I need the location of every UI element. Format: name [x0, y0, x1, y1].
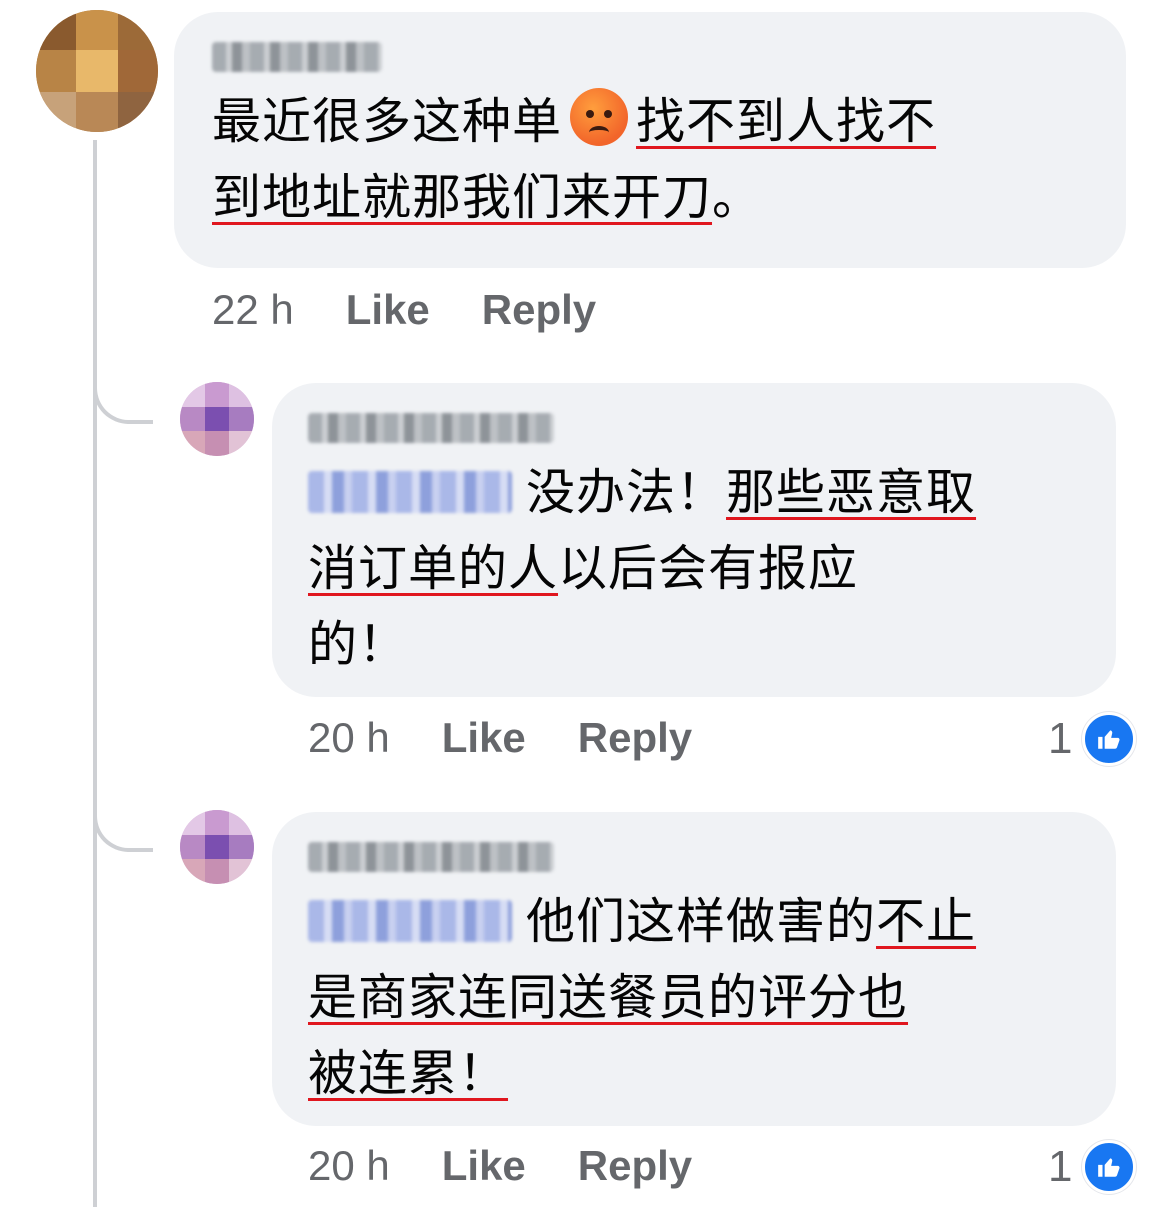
reply-branch-line — [93, 804, 153, 852]
comment-bubble: 最近很多这种单 找不到人找不 到地址就那我们来开刀。 — [174, 12, 1126, 268]
reply-bubble: 没办法！那些恶意取 消订单的人以后会有报应 的！ — [272, 383, 1116, 697]
reply-button[interactable]: Reply — [482, 286, 596, 334]
reaction-summary[interactable]: 1 — [1048, 1140, 1137, 1194]
timestamp[interactable]: 20 h — [308, 1142, 390, 1190]
comment-actions: 22 h Like Reply — [212, 286, 648, 334]
comment-actions: 20 h Like Reply — [308, 1142, 744, 1190]
mention-tag[interactable] — [308, 900, 512, 942]
author-name[interactable] — [308, 413, 554, 443]
thread-line — [93, 140, 97, 1207]
reply-button[interactable]: Reply — [578, 1142, 692, 1190]
mention-tag[interactable] — [308, 471, 512, 513]
reaction-summary[interactable]: 1 — [1048, 712, 1137, 766]
angry-face-icon — [570, 88, 629, 146]
avatar[interactable] — [36, 10, 158, 132]
comment-actions: 20 h Like Reply — [308, 714, 744, 762]
reply-branch-line — [93, 376, 153, 424]
like-button[interactable]: Like — [442, 1142, 526, 1190]
thumbs-up-icon — [1082, 712, 1137, 766]
like-button[interactable]: Like — [442, 714, 526, 762]
avatar[interactable] — [180, 810, 254, 884]
reply-button[interactable]: Reply — [578, 714, 692, 762]
reaction-count: 1 — [1048, 714, 1073, 763]
like-button[interactable]: Like — [346, 286, 430, 334]
author-name[interactable] — [212, 42, 382, 72]
comment-text: 他们这样做害的不止 是商家连同送餐员的评分也 被连累！ — [308, 893, 977, 1102]
comment-text: 没办法！那些恶意取 消订单的人以后会有报应 的！ — [308, 464, 977, 673]
reply-bubble: 他们这样做害的不止 是商家连同送餐员的评分也 被连累！ — [272, 812, 1116, 1126]
comment-text: 最近很多这种单 找不到人找不 到地址就那我们来开刀。 — [212, 84, 1086, 236]
timestamp[interactable]: 22 h — [212, 286, 294, 334]
thumbs-up-icon — [1082, 1140, 1137, 1194]
reaction-count: 1 — [1048, 1142, 1073, 1191]
avatar[interactable] — [180, 382, 254, 456]
author-name[interactable] — [308, 842, 554, 872]
timestamp[interactable]: 20 h — [308, 714, 390, 762]
